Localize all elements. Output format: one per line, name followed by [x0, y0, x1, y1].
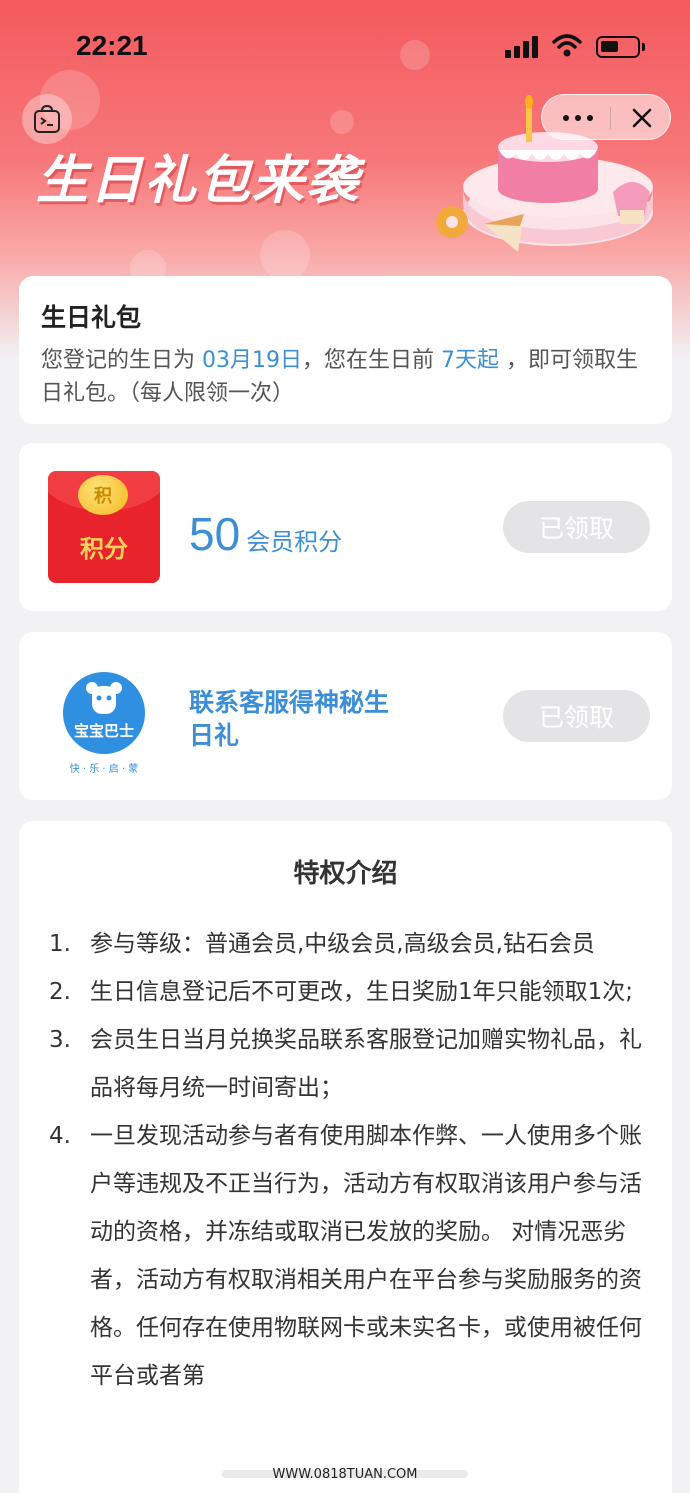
rule-item: 1. 参与等级：普通会员,中级会员,高级会员,钻石会员 — [19, 920, 672, 968]
red-envelope-icon: 积 积分 — [48, 471, 160, 583]
desc-prefix: 您登记的生日为 — [41, 348, 202, 373]
bag-terminal-button[interactable] — [22, 94, 72, 144]
bear-icon — [86, 682, 122, 714]
banner-title: 生日礼包来袭 — [36, 151, 361, 211]
rule-number: 3. — [49, 1027, 71, 1053]
reward-amount: 50 会员积分 — [189, 507, 342, 561]
privilege-title: 特权介绍 — [293, 859, 398, 889]
rule-list: 1. 参与等级：普通会员,中级会员,高级会员,钻石会员 2. 生日信息登记后不可更改… — [19, 920, 672, 1400]
logo-subtitle: 快 · 乐 · 启 · 蒙 — [69, 764, 139, 775]
desc-mid: ，您在生日前 — [302, 348, 441, 373]
birthday-info-card: 生日礼包 您登记的生日为 03月19日，您在生日前 7天起 ，即可领取生日礼包。… — [19, 276, 672, 424]
rule-number: 4. — [49, 1123, 71, 1149]
info-description: 您登记的生日为 03月19日，您在生日前 7天起 ，即可领取生日礼包。（每人限领… — [41, 344, 650, 410]
status-time: 22:21 — [76, 30, 148, 61]
wifi-icon — [552, 34, 582, 57]
rule-text: 生日信息登记后不可更改，生日奖励1年只能领取1次; — [90, 979, 634, 1005]
coin-icon: 积 — [78, 475, 128, 515]
watermark: WWW.0818TUAN.COM — [222, 1464, 468, 1486]
privilege-card: 特权介绍 1. 参与等级：普通会员,中级会员,高级会员,钻石会员 2. 生日信息登记… — [19, 821, 672, 1493]
battery-icon — [596, 36, 645, 58]
info-title: 生日礼包 — [41, 303, 142, 332]
rule-item: 2. 生日信息登记后不可更改，生日奖励1年只能领取1次; — [19, 968, 672, 1016]
rule-number: 2. — [49, 979, 71, 1005]
miniprogram-capsule — [541, 94, 671, 140]
rule-item: 3. 会员生日当月兑换奖品联系客服登记加赠实物礼品，礼品将每月统一时间寄出； — [19, 1016, 672, 1112]
logo-text: 宝宝巴士 — [73, 722, 134, 740]
mystery-gift-label: 联系客服得神秘生日礼 — [189, 688, 390, 750]
rule-text: 参与等级：普通会员,中级会员,高级会员,钻石会员 — [90, 931, 595, 957]
close-icon — [632, 108, 652, 128]
birthday-date: 03月19日 — [202, 348, 302, 373]
close-button[interactable] — [620, 95, 664, 141]
babybus-logo: 宝宝巴士 快 · 乐 · 启 · 蒙 — [49, 672, 159, 775]
more-icon — [563, 115, 569, 121]
rule-text: 一旦发现活动参与者有使用脚本作弊、一人使用多个账户等违规及不正当行为，活动方有权… — [90, 1123, 642, 1389]
rule-text: 会员生日当月兑换奖品联系客服登记加赠实物礼品，礼品将每月统一时间寄出； — [90, 1027, 642, 1101]
reward-card-points: 积 积分 50 会员积分 已领取 — [19, 443, 672, 611]
more-button[interactable] — [556, 95, 600, 141]
rule-number: 1. — [49, 931, 71, 957]
claimed-button-mystery[interactable]: 已领取 — [503, 690, 650, 742]
points-unit: 会员积分 — [246, 528, 343, 556]
reward-card-mystery-gift: 宝宝巴士 快 · 乐 · 启 · 蒙 联系客服得神秘生日礼 已领取 — [19, 632, 672, 800]
rule-item: 4. 一旦发现活动参与者有使用脚本作弊、一人使用多个账户等违规及不正当行为，活动方… — [19, 1112, 672, 1400]
claimed-button-points[interactable]: 已领取 — [503, 501, 650, 553]
points-number: 50 — [189, 508, 241, 560]
bag-terminal-icon — [34, 104, 60, 133]
signal-icon — [505, 36, 541, 58]
red-envelope-label: 积分 — [80, 535, 128, 563]
days-before: 7天起 — [441, 348, 499, 373]
status-bar: 22:21 — [0, 0, 690, 92]
